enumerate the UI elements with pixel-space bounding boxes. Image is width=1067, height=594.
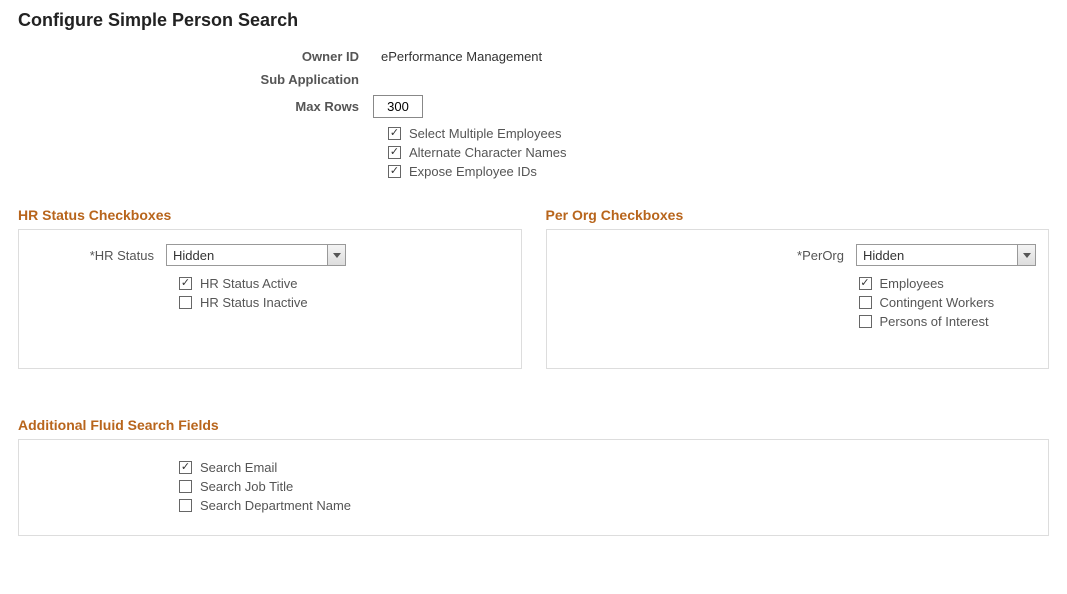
checkbox-label: HR Status Active xyxy=(200,276,298,291)
checkbox-search-dept-name[interactable] xyxy=(179,499,192,512)
sub-app-label: Sub Application xyxy=(18,72,373,87)
select-value: Hidden xyxy=(863,248,904,263)
max-rows-input[interactable] xyxy=(373,95,423,118)
checkbox-label: Alternate Character Names xyxy=(409,145,567,160)
checkbox-search-email[interactable] xyxy=(179,461,192,474)
checkbox-hr-active[interactable] xyxy=(179,277,192,290)
checkbox-alternate-names[interactable] xyxy=(388,146,401,159)
chevron-down-icon xyxy=(1017,245,1035,265)
hr-panel-title: HR Status Checkboxes xyxy=(18,207,522,223)
checkbox-expose-ids[interactable] xyxy=(388,165,401,178)
checkbox-label: Select Multiple Employees xyxy=(409,126,561,141)
checkbox-select-multiple[interactable] xyxy=(388,127,401,140)
org-panel-title: Per Org Checkboxes xyxy=(546,207,1050,223)
per-org-label: *PerOrg xyxy=(559,248,857,263)
checkbox-search-job-title[interactable] xyxy=(179,480,192,493)
checkbox-label: Expose Employee IDs xyxy=(409,164,537,179)
checkbox-label: Employees xyxy=(880,276,944,291)
top-checkbox-group: Select Multiple Employees Alternate Char… xyxy=(388,126,1049,179)
additional-fields-panel: Additional Fluid Search Fields Search Em… xyxy=(18,417,1049,536)
checkbox-employees[interactable] xyxy=(859,277,872,290)
select-value: Hidden xyxy=(173,248,214,263)
checkbox-hr-inactive[interactable] xyxy=(179,296,192,309)
checkbox-contingent-workers[interactable] xyxy=(859,296,872,309)
per-org-panel: Per Org Checkboxes *PerOrg Hidden Employ… xyxy=(546,207,1050,369)
chevron-down-icon xyxy=(327,245,345,265)
checkbox-persons-interest[interactable] xyxy=(859,315,872,328)
hr-status-select[interactable]: Hidden xyxy=(166,244,346,266)
page-title: Configure Simple Person Search xyxy=(18,10,1049,31)
hr-status-label: *HR Status xyxy=(31,248,166,263)
checkbox-label: HR Status Inactive xyxy=(200,295,308,310)
additional-panel-title: Additional Fluid Search Fields xyxy=(18,417,1049,433)
max-rows-label: Max Rows xyxy=(18,99,373,114)
owner-id-label: Owner ID xyxy=(18,49,373,64)
checkbox-label: Persons of Interest xyxy=(880,314,989,329)
per-org-select[interactable]: Hidden xyxy=(856,244,1036,266)
hr-status-panel: HR Status Checkboxes *HR Status Hidden H… xyxy=(18,207,522,369)
checkbox-label: Search Department Name xyxy=(200,498,351,513)
checkbox-label: Contingent Workers xyxy=(880,295,995,310)
owner-id-value: ePerformance Management xyxy=(373,49,542,64)
checkbox-label: Search Job Title xyxy=(200,479,293,494)
checkbox-label: Search Email xyxy=(200,460,277,475)
